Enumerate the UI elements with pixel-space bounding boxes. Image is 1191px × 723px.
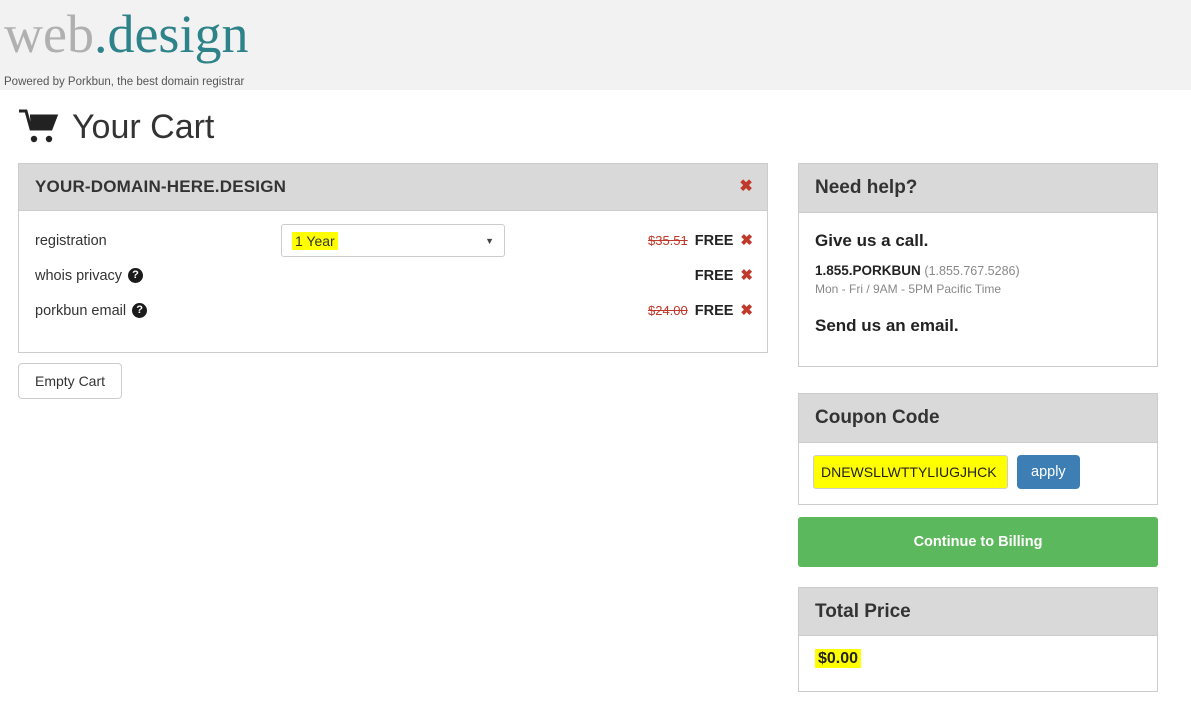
cart-item-price-area: FREE ✖ [688,268,753,284]
remove-item-icon[interactable]: ✖ [740,233,753,248]
apply-coupon-button[interactable]: apply [1017,455,1080,489]
cart-row: whois privacy ? FREE ✖ [19,258,767,293]
logo-primary-text: web [4,4,94,64]
chevron-down-icon: ▼ [485,235,494,246]
total-price-body: $0.00 [799,636,1157,682]
cart-item-label-text: registration [35,232,107,249]
need-help-panel: Need help? Give us a call. 1.855.PORKBUN… [798,163,1158,367]
coupon-code-header: Coupon Code [799,394,1157,443]
cart-item-label: whois privacy ? [35,268,281,284]
cart-item-price: FREE [694,302,734,319]
send-us-an-email-heading[interactable]: Send us an email. [815,316,1141,336]
page-title-row: Your Cart [18,108,214,146]
help-icon[interactable]: ? [128,268,144,283]
phone-numeric-number: (1.855.767.5286) [924,264,1020,278]
site-header: web.design Powered by Porkbun, the best … [0,0,1191,90]
cart-item-original-price: $35.51 [647,233,688,248]
cart-item-price-area: $24.00 FREE ✖ [648,303,753,319]
site-tagline: Powered by Porkbun, the best domain regi… [4,76,245,88]
give-us-a-call-heading: Give us a call. [815,231,929,250]
cart-row: porkbun email ? $24.00 FREE ✖ [19,293,767,328]
page-title: Your Cart [72,108,215,146]
phone-line: 1.855.PORKBUN (1.855.767.5286) [815,263,1141,278]
cart-item-price: FREE [694,267,734,284]
cart-item-price-area: $35.51 FREE ✖ [648,233,753,249]
cart-item-price: FREE [694,232,734,249]
shopping-cart-icon [18,108,62,146]
cart-row: registration 1 Year ▼ $35.51 FREE ✖ [19,223,767,258]
need-help-header: Need help? [799,164,1157,213]
need-help-body: Give us a call. 1.855.PORKBUN (1.855.767… [799,213,1157,336]
logo-tld-text: design [107,4,249,64]
cart-domain-header: YOUR-DOMAIN-HERE.DESIGN ✖ [19,164,767,211]
cart-domain-name: YOUR-DOMAIN-HERE.DESIGN [35,177,287,196]
cart-item-original-price: $24.00 [647,303,688,318]
cart-items-list: registration 1 Year ▼ $35.51 FREE ✖ whoi… [19,223,767,328]
cart-item-label: porkbun email ? [35,303,281,319]
support-hours: Mon - Fri / 9AM - 5PM Pacific Time [815,282,1002,296]
continue-to-billing-button[interactable]: Continue to Billing [798,517,1158,567]
empty-cart-button[interactable]: Empty Cart [18,363,123,399]
cart-item-label-text: porkbun email [35,302,127,319]
help-icon[interactable]: ? [132,303,148,318]
coupon-body: apply [799,443,1157,501]
phone-vanity-number[interactable]: 1.855.PORKBUN [815,263,921,278]
registration-term-value: 1 Year [292,231,338,250]
coupon-panel: Coupon Code apply [798,393,1158,505]
total-price-value: $0.00 [815,649,862,668]
cart-item-label-text: whois privacy [35,267,123,284]
total-price-panel: Total Price $0.00 [798,587,1158,692]
site-logo[interactable]: web.design [4,2,248,66]
cart-panel: YOUR-DOMAIN-HERE.DESIGN ✖ registration 1… [18,163,768,353]
remove-item-icon[interactable]: ✖ [740,268,753,283]
remove-item-icon[interactable]: ✖ [740,303,753,318]
remove-domain-icon[interactable]: ✖ [739,179,753,195]
logo-dot-text: . [93,4,108,64]
registration-term-select[interactable]: 1 Year ▼ [281,224,505,257]
cart-item-label: registration [35,233,281,249]
coupon-code-input[interactable] [813,455,1008,489]
total-price-header: Total Price [799,588,1157,636]
